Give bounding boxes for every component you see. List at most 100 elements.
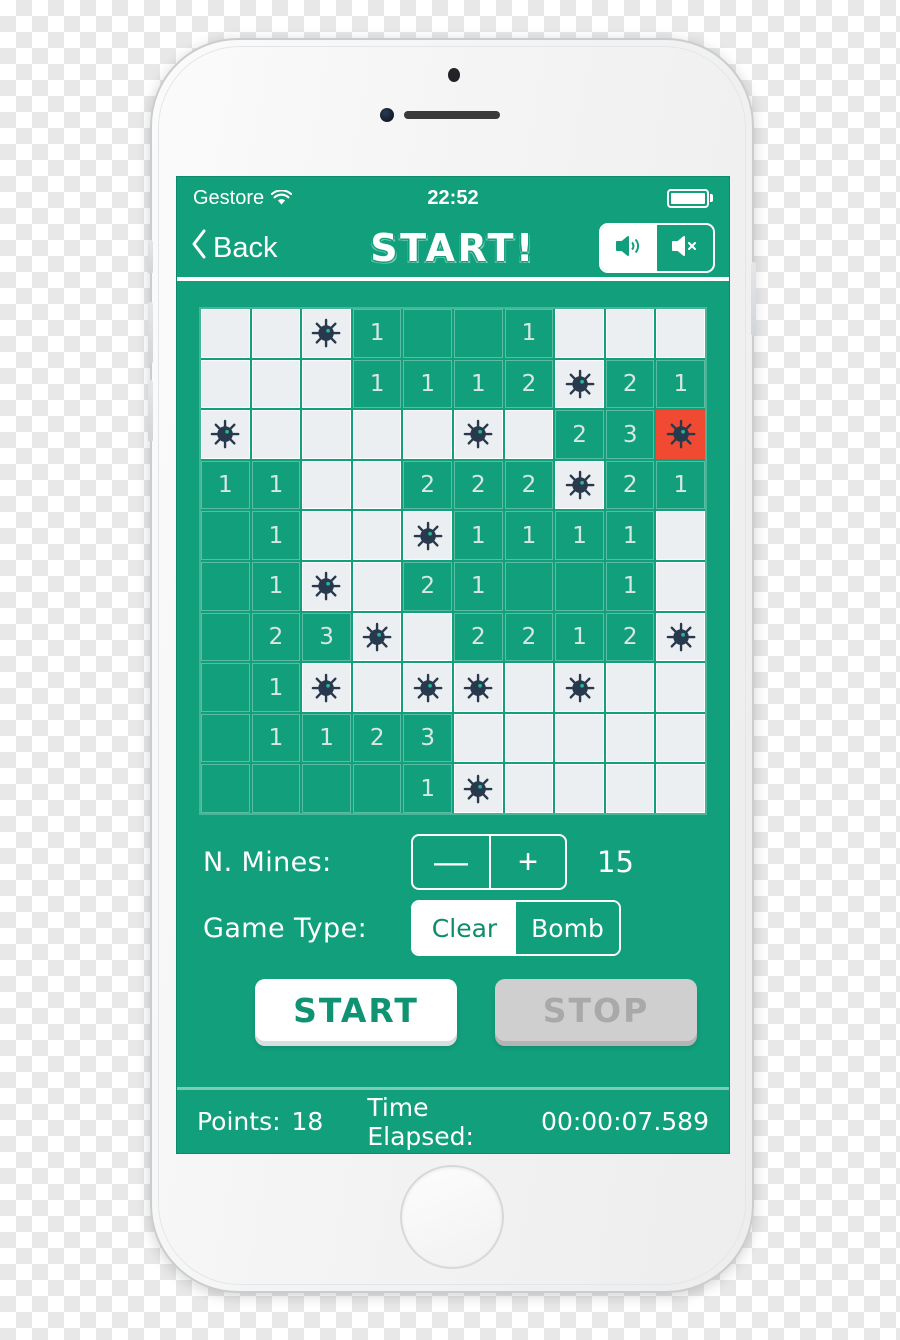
- grid-cell-covered[interactable]: [605, 713, 655, 763]
- grid-cell-number[interactable]: 2: [251, 612, 301, 662]
- grid-cell-number[interactable]: 1: [454, 562, 503, 611]
- grid-cell-mine[interactable]: [454, 764, 503, 814]
- grid-cell-covered[interactable]: [201, 359, 250, 409]
- grid-cell-covered[interactable]: [302, 410, 351, 459]
- grid-cell-number[interactable]: 3: [302, 612, 351, 662]
- grid-cell-covered[interactable]: [605, 764, 655, 814]
- grid-cell-number[interactable]: 1: [555, 511, 604, 561]
- grid-cell-empty[interactable]: [201, 612, 250, 662]
- grid-cell-covered[interactable]: [656, 713, 706, 763]
- grid-cell-number[interactable]: 2: [605, 612, 655, 662]
- grid-cell-number[interactable]: 2: [504, 359, 554, 409]
- grid-cell-number[interactable]: 2: [403, 562, 453, 611]
- grid-cell-mine[interactable]: [555, 359, 604, 409]
- grid-cell-number[interactable]: 1: [251, 562, 301, 611]
- grid-cell-number[interactable]: 2: [454, 612, 503, 662]
- grid-cell-covered[interactable]: [403, 612, 453, 662]
- grid-cell-mine[interactable]: [403, 511, 453, 561]
- grid-cell-covered[interactable]: [352, 562, 402, 611]
- grid-cell-number[interactable]: 1: [302, 713, 351, 763]
- grid-cell-covered[interactable]: [656, 663, 706, 712]
- grid-cell-number[interactable]: 1: [352, 359, 402, 409]
- volume-up-button[interactable]: [148, 302, 153, 364]
- grid-cell-number[interactable]: 1: [352, 309, 402, 358]
- grid-cell-mine[interactable]: [454, 410, 503, 459]
- grid-cell-covered[interactable]: [555, 713, 604, 763]
- grid-cell-covered[interactable]: [605, 663, 655, 712]
- grid-cell-covered[interactable]: [352, 410, 402, 459]
- grid-cell-covered[interactable]: [504, 410, 554, 459]
- grid-cell-covered[interactable]: [555, 764, 604, 814]
- grid-cell-covered[interactable]: [352, 663, 402, 712]
- grid-cell-empty[interactable]: [302, 764, 351, 814]
- grid-cell-mine[interactable]: [555, 663, 604, 712]
- game-type-bomb-button[interactable]: Bomb: [516, 902, 619, 955]
- grid-cell-number[interactable]: 1: [504, 309, 554, 358]
- sound-on-button[interactable]: [601, 225, 657, 271]
- grid-cell-number[interactable]: 2: [352, 713, 402, 763]
- grid-cell-covered[interactable]: [403, 410, 453, 459]
- grid-cell-empty[interactable]: [201, 764, 250, 814]
- grid-cell-number[interactable]: 1: [251, 511, 301, 561]
- grid-cell-number[interactable]: 1: [656, 359, 706, 409]
- sound-off-button[interactable]: [657, 225, 713, 271]
- grid-cell-number[interactable]: 2: [504, 460, 554, 510]
- grid-cell-covered[interactable]: [656, 562, 706, 611]
- grid-cell-covered[interactable]: [302, 511, 351, 561]
- grid-cell-number[interactable]: 1: [555, 612, 604, 662]
- grid-cell-number[interactable]: 1: [454, 511, 503, 561]
- grid-cell-exploded-mine[interactable]: [656, 410, 706, 459]
- grid-cell-mine[interactable]: [656, 612, 706, 662]
- grid-cell-mine[interactable]: [352, 612, 402, 662]
- grid-cell-number[interactable]: 2: [605, 460, 655, 510]
- volume-down-button[interactable]: [148, 380, 153, 442]
- grid-cell-number[interactable]: 1: [251, 663, 301, 712]
- grid-cell-number[interactable]: 1: [454, 359, 503, 409]
- grid-cell-covered[interactable]: [251, 309, 301, 358]
- grid-cell-number[interactable]: 2: [555, 410, 604, 459]
- grid-cell-covered[interactable]: [504, 663, 554, 712]
- grid-cell-covered[interactable]: [201, 309, 250, 358]
- grid-cell-covered[interactable]: [504, 764, 554, 814]
- grid-cell-number[interactable]: 1: [251, 460, 301, 510]
- grid-cell-mine[interactable]: [403, 663, 453, 712]
- grid-cell-covered[interactable]: [302, 359, 351, 409]
- grid-cell-mine[interactable]: [302, 663, 351, 712]
- back-button[interactable]: Back: [191, 229, 277, 267]
- grid-cell-number[interactable]: 2: [504, 612, 554, 662]
- grid-cell-number[interactable]: 1: [605, 511, 655, 561]
- game-type-clear-button[interactable]: Clear: [413, 902, 516, 955]
- grid-cell-covered[interactable]: [656, 511, 706, 561]
- grid-cell-mine[interactable]: [302, 309, 351, 358]
- grid-cell-covered[interactable]: [251, 410, 301, 459]
- grid-cell-covered[interactable]: [555, 309, 604, 358]
- grid-cell-covered[interactable]: [352, 511, 402, 561]
- grid-cell-number[interactable]: 2: [454, 460, 503, 510]
- grid-cell-number[interactable]: 3: [605, 410, 655, 459]
- grid-cell-empty[interactable]: [251, 764, 301, 814]
- grid-cell-number[interactable]: 1: [403, 359, 453, 409]
- grid-cell-empty[interactable]: [201, 562, 250, 611]
- grid-cell-empty[interactable]: [555, 562, 604, 611]
- mines-increment-button[interactable]: +: [489, 836, 565, 889]
- grid-cell-mine[interactable]: [555, 460, 604, 510]
- sound-toggle-group[interactable]: [599, 223, 715, 273]
- stop-button[interactable]: STOP: [495, 979, 697, 1042]
- grid-cell-covered[interactable]: [504, 713, 554, 763]
- grid-cell-number[interactable]: 1: [504, 511, 554, 561]
- grid-cell-covered[interactable]: [352, 460, 402, 510]
- grid-cell-empty[interactable]: [201, 663, 250, 712]
- grid-cell-number[interactable]: 3: [403, 713, 453, 763]
- grid-cell-covered[interactable]: [605, 309, 655, 358]
- grid-cell-number[interactable]: 1: [403, 764, 453, 814]
- grid-cell-number[interactable]: 1: [251, 713, 301, 763]
- grid-cell-mine[interactable]: [302, 562, 351, 611]
- home-button[interactable]: [400, 1165, 504, 1269]
- grid-cell-empty[interactable]: [201, 511, 250, 561]
- grid-cell-covered[interactable]: [656, 309, 706, 358]
- grid-cell-covered[interactable]: [251, 359, 301, 409]
- game-type-toggle[interactable]: Clear Bomb: [411, 900, 621, 957]
- power-button[interactable]: [751, 262, 756, 336]
- minesweeper-grid[interactable]: 1 1 1 1 1 2 2 1 2 3 1 1 2 2 2 2 1 1 1 1 1 1 1 2 1 1 2 3 2 2 1 2 1 1 1 2 3 1: [199, 307, 707, 816]
- start-button[interactable]: START: [255, 979, 457, 1042]
